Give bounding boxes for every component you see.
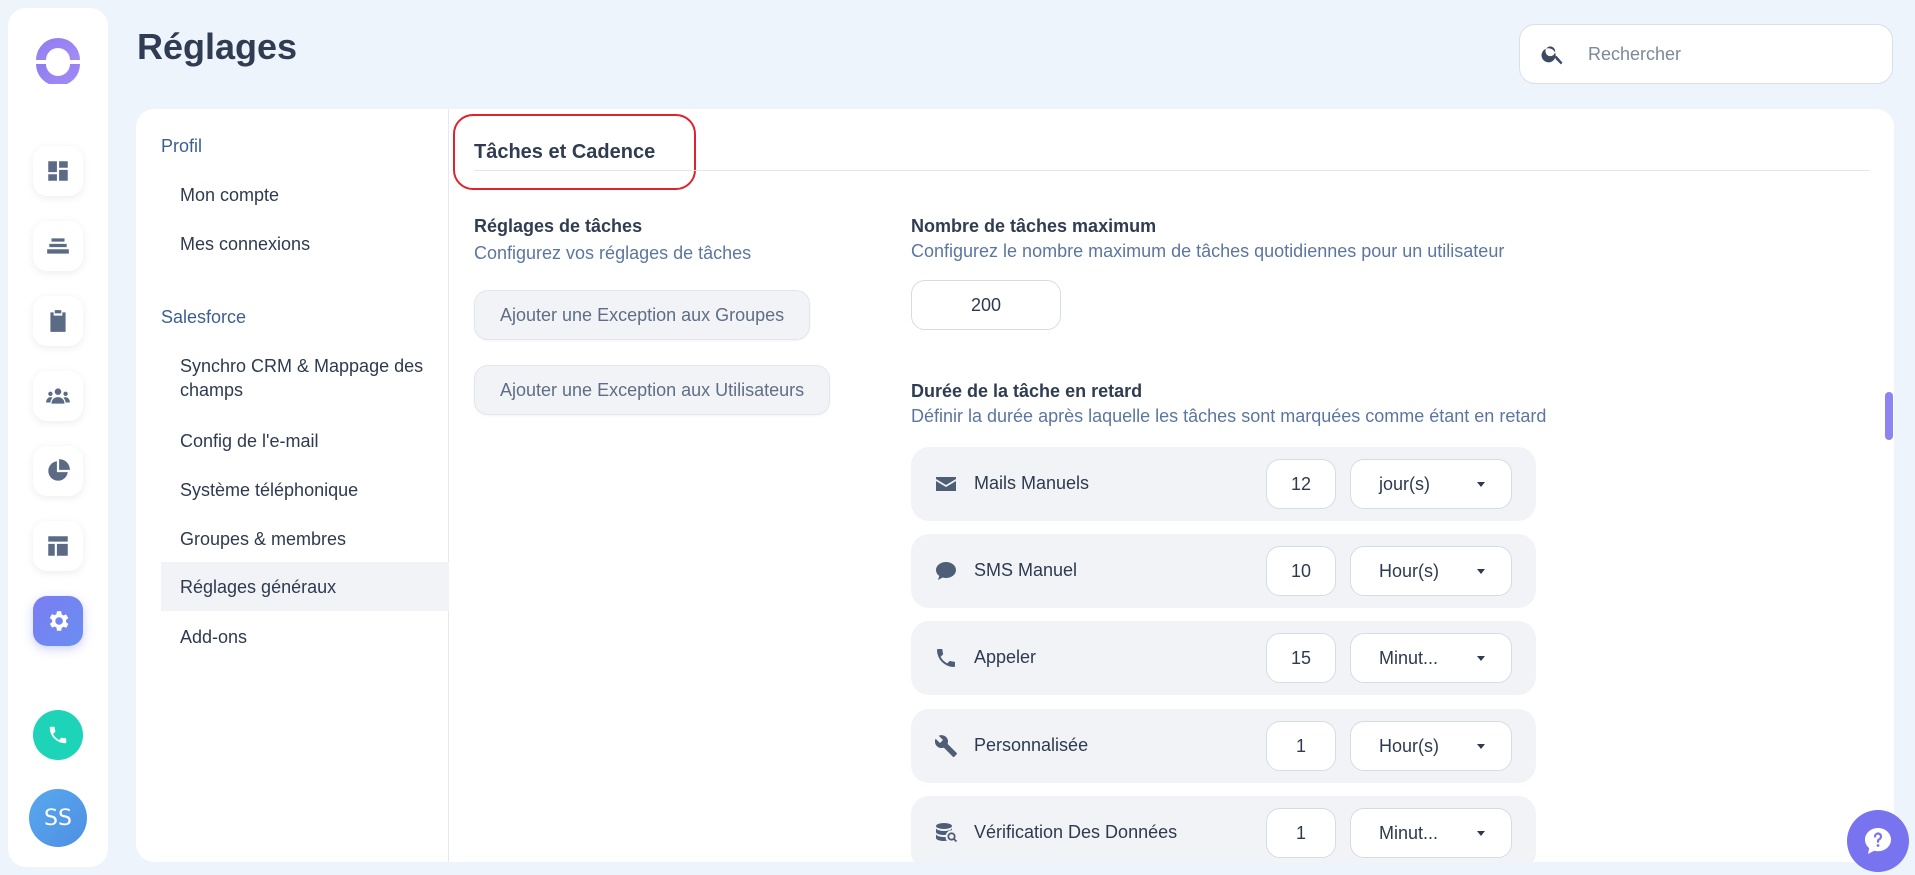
- late-row-unit-select[interactable]: jour(s): [1350, 459, 1512, 509]
- chevron-down-icon: [1477, 831, 1485, 836]
- rail-layers-button[interactable]: [33, 221, 83, 271]
- late-row-label: Vérification Des Données: [974, 822, 1178, 842]
- late-row-unit-value: Hour(s): [1379, 736, 1440, 756]
- data-check-icon: [936, 823, 958, 843]
- late-row-label: Personnalisée: [974, 735, 1089, 755]
- subnav-item-config-email[interactable]: Config de l'e-mail: [161, 429, 449, 453]
- late-row-unit-select[interactable]: Hour(s): [1350, 721, 1512, 771]
- rail-people-button[interactable]: [33, 371, 83, 421]
- max-tasks-input[interactable]: 200: [911, 280, 1061, 330]
- late-row-value-input[interactable]: 12: [1266, 459, 1336, 509]
- subnav-item-add-ons[interactable]: Add-ons: [161, 625, 449, 649]
- late-row-label: Appeler: [974, 647, 1037, 667]
- settings-subnav: Profil Mon compte Mes connexions Salesfo…: [136, 109, 449, 862]
- left-rail: SS: [8, 8, 108, 867]
- chevron-down-icon: [1477, 744, 1485, 749]
- rail-settings-button[interactable]: [33, 596, 83, 646]
- late-row-unit-value: Hour(s): [1379, 561, 1440, 581]
- late-row-label: Mails Manuels: [974, 473, 1090, 493]
- add-group-exception-button[interactable]: Ajouter une Exception aux Groupes: [474, 290, 811, 340]
- dialer-button[interactable]: [33, 710, 83, 760]
- late-row-unit-select[interactable]: Minut...: [1350, 633, 1512, 683]
- layout-icon: [48, 536, 68, 556]
- late-row-unit-select[interactable]: Minut...: [1350, 808, 1512, 858]
- phone-icon: [49, 726, 67, 744]
- late-row-sms: SMS Manuel 10 Hour(s): [911, 534, 1536, 608]
- late-row-unit-select[interactable]: Hour(s): [1350, 546, 1512, 596]
- subnav-group-profil: Profil: [161, 136, 203, 156]
- help-chat-icon: [1865, 828, 1891, 854]
- clipboard-icon: [50, 310, 66, 332]
- chevron-down-icon: [1477, 482, 1485, 487]
- mail-icon: [936, 477, 956, 491]
- gear-icon: [49, 611, 69, 631]
- max-tasks-subtitle: Configurez le nombre maximum de tâches q…: [911, 241, 1505, 261]
- rail-templates-button[interactable]: [33, 521, 83, 571]
- search-box[interactable]: [1519, 24, 1893, 84]
- late-row-value-input[interactable]: 1: [1266, 808, 1336, 858]
- pie-chart-icon: [48, 459, 70, 481]
- late-row-value-input[interactable]: 10: [1266, 546, 1336, 596]
- rail-reports-button[interactable]: [33, 446, 83, 496]
- late-row-mails: Mails Manuels 12 jour(s): [911, 447, 1536, 521]
- chevron-down-icon: [1477, 569, 1485, 574]
- section-title[interactable]: Tâches et Cadence: [474, 141, 655, 164]
- rail-tasks-button[interactable]: [33, 296, 83, 346]
- late-row-label: SMS Manuel: [974, 560, 1078, 580]
- late-duration-title: Durée de la tâche en retard: [911, 381, 1143, 401]
- subnav-item-mes-connexions[interactable]: Mes connexions: [161, 232, 449, 256]
- subnav-item-systeme-telephonique[interactable]: Système téléphonique: [161, 478, 449, 502]
- late-row-value-input[interactable]: 1: [1266, 721, 1336, 771]
- late-row-custom: Personnalisée 1 Hour(s): [911, 709, 1536, 783]
- settings-card: Profil Mon compte Mes connexions Salesfo…: [136, 109, 1894, 862]
- app-logo-icon[interactable]: [34, 36, 82, 84]
- late-row-call: Appeler 15 Minut...: [911, 621, 1536, 695]
- page-title: Réglages: [137, 26, 298, 67]
- task-settings-title: Réglages de tâches: [474, 216, 643, 236]
- chat-icon: [936, 562, 956, 580]
- late-row-data-check: Vérification Des Données 1 Minut...: [911, 796, 1536, 862]
- section-divider: [474, 170, 1869, 171]
- avatar[interactable]: SS: [29, 789, 87, 847]
- page-scrollbar[interactable]: [1885, 392, 1893, 440]
- wrench-icon: [934, 735, 957, 757]
- subnav-item-mon-compte[interactable]: Mon compte: [161, 183, 449, 207]
- late-row-value-input[interactable]: 15: [1266, 633, 1336, 683]
- phone-icon: [937, 649, 955, 667]
- chevron-down-icon: [1477, 656, 1485, 661]
- add-user-exception-button[interactable]: Ajouter une Exception aux Utilisateurs: [474, 365, 831, 415]
- late-duration-subtitle: Définir la durée après laquelle les tâch…: [911, 406, 1547, 426]
- late-row-unit-value: Minut...: [1379, 823, 1439, 843]
- late-row-unit-value: Minut...: [1379, 648, 1439, 668]
- dashboard-icon: [48, 161, 68, 181]
- help-button[interactable]: [1847, 810, 1909, 872]
- subnav-group-salesforce: Salesforce: [161, 307, 247, 327]
- rail-dashboard-button[interactable]: [33, 146, 83, 196]
- late-row-unit-value: jour(s): [1379, 474, 1431, 494]
- max-tasks-title: Nombre de tâches maximum: [911, 216, 1157, 236]
- task-settings-subtitle: Configurez vos réglages de tâches: [474, 243, 752, 263]
- subnav-item-groupes-membres[interactable]: Groupes & membres: [161, 527, 449, 551]
- search-icon: [1541, 46, 1563, 65]
- search-input[interactable]: [1588, 43, 1868, 65]
- subnav-item-synchro-crm[interactable]: Synchro CRM & Mappage des champs: [161, 354, 449, 402]
- subnav-item-reglages-generaux[interactable]: Réglages généraux: [161, 562, 449, 611]
- layers-icon: [47, 238, 69, 254]
- people-icon: [46, 388, 70, 404]
